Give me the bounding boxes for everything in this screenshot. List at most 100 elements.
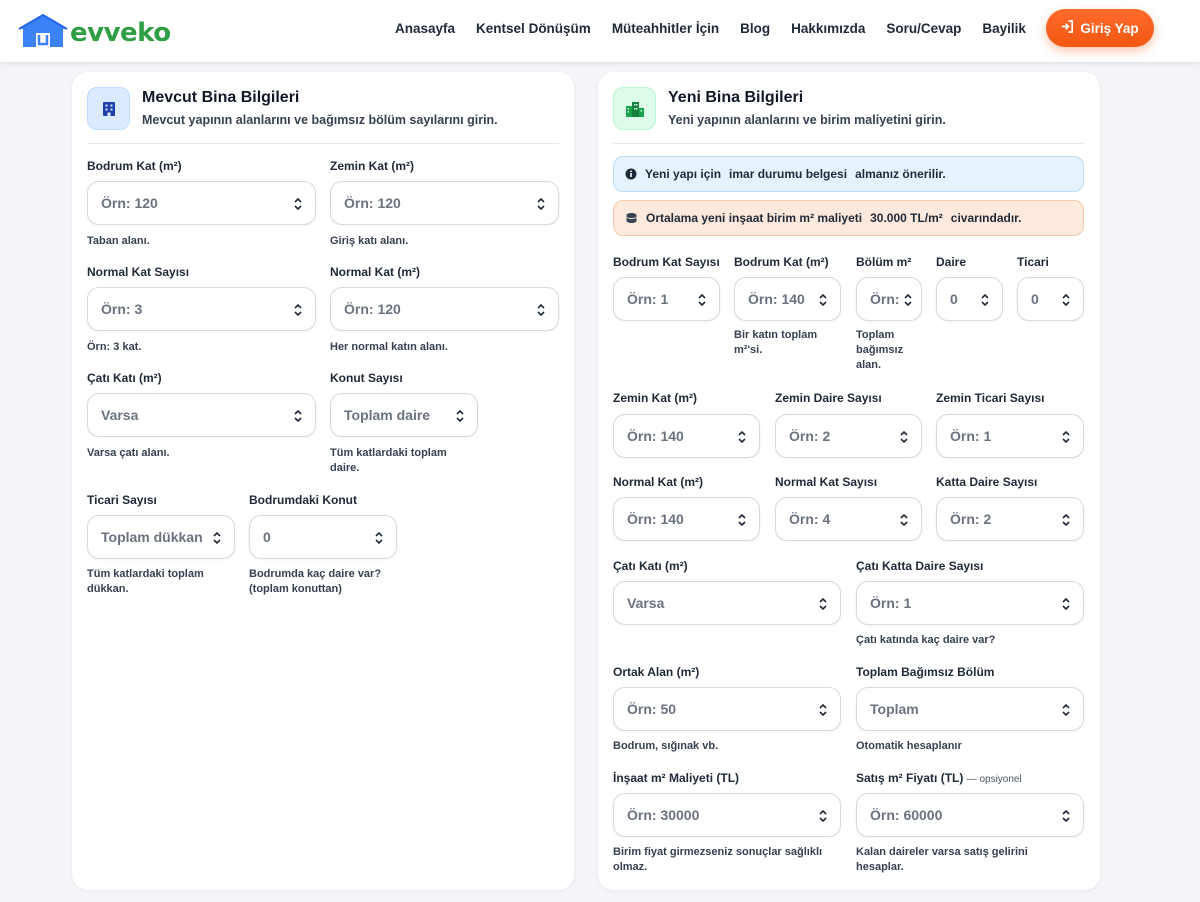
spinner-icon[interactable] bbox=[1061, 512, 1071, 528]
input-placeholder: Örn: bbox=[870, 291, 900, 307]
existing-residence-count-input[interactable]: Toplam daire bbox=[330, 393, 478, 437]
new-basement-area-input[interactable]: Örn: 140 bbox=[734, 277, 841, 321]
brand-logo[interactable]: evveko bbox=[18, 12, 171, 48]
spinner-icon[interactable] bbox=[536, 196, 546, 212]
new-building-card: Yeni Bina Bilgileri Yeni yapının alanlar… bbox=[598, 72, 1100, 890]
field-label: Bodrum Kat (m²) bbox=[734, 255, 829, 269]
spinner-icon[interactable] bbox=[293, 196, 303, 212]
input-placeholder: Toplam bbox=[870, 701, 919, 717]
spinner-icon[interactable] bbox=[818, 702, 828, 718]
spinner-icon[interactable] bbox=[1061, 292, 1071, 308]
help-line: (toplam konuttan) bbox=[249, 583, 342, 595]
field-help: Her normal katın alanı. bbox=[330, 341, 448, 353]
new-basement-shop-input[interactable]: 0 bbox=[1017, 277, 1084, 321]
field-label: Normal Kat (m²) bbox=[330, 265, 421, 279]
spinner-icon[interactable] bbox=[455, 408, 465, 424]
nav-link-about[interactable]: Hakkımızda bbox=[791, 21, 865, 36]
spinner-icon[interactable] bbox=[293, 408, 303, 424]
spinner-icon[interactable] bbox=[1061, 596, 1071, 612]
field-label: Bodrum Kat Sayısı bbox=[613, 255, 720, 269]
field-label: Ticari bbox=[1017, 255, 1049, 269]
spinner-icon[interactable] bbox=[903, 292, 913, 308]
field-label: Toplam Bağımsız Bölüm bbox=[856, 665, 995, 679]
existing-ground-area-input[interactable]: Örn: 120 bbox=[330, 181, 559, 225]
optional-tag: — opsiyonel bbox=[966, 774, 1022, 785]
spinner-icon[interactable] bbox=[374, 530, 384, 546]
field-label: Bölüm m² bbox=[856, 255, 912, 269]
input-placeholder: Örn: 1 bbox=[870, 595, 912, 611]
nav-link-contractors[interactable]: Müteahhitler İçin bbox=[612, 21, 719, 36]
field-help: Birim fiyat girmezseniz sonuçlar sağlıkl… bbox=[613, 845, 822, 875]
spinner-icon[interactable] bbox=[1061, 808, 1071, 824]
spinner-icon[interactable] bbox=[980, 292, 990, 308]
spinner-icon[interactable] bbox=[697, 292, 707, 308]
nav-link-faq[interactable]: Soru/Cevap bbox=[886, 21, 961, 36]
field-label: Bodrum Kat (m²) bbox=[87, 159, 182, 173]
help-line: daire. bbox=[330, 462, 360, 474]
new-roof-residence-input[interactable]: Örn: 1 bbox=[856, 581, 1084, 625]
existing-basement-area-input[interactable]: Örn: 120 bbox=[87, 181, 316, 225]
new-roof-area-input[interactable]: Varsa bbox=[613, 581, 841, 625]
field-label: Zemin Daire Sayısı bbox=[775, 391, 882, 405]
help-line: hesaplar. bbox=[856, 861, 904, 873]
existing-basement-residence-input[interactable]: 0 bbox=[249, 515, 397, 559]
login-button[interactable]: Giriş Yap bbox=[1046, 9, 1154, 47]
field-help: Tüm katlardaki toplam dükkan. bbox=[87, 567, 204, 597]
field-label: Zemin Ticari Sayısı bbox=[936, 391, 1045, 405]
input-placeholder: Örn: 1 bbox=[627, 291, 669, 307]
house-icon bbox=[18, 14, 68, 48]
field-help: Toplam bağımsız alan. bbox=[856, 328, 903, 373]
field-label: Konut Sayısı bbox=[330, 371, 403, 385]
alert-text: civarındadır. bbox=[950, 211, 1022, 225]
field-help: Tüm katlardaki toplam daire. bbox=[330, 446, 447, 476]
existing-roof-area-input[interactable]: Varsa bbox=[87, 393, 316, 437]
nav-link-dealership[interactable]: Bayilik bbox=[982, 21, 1026, 36]
help-line: Toplam bbox=[856, 329, 895, 341]
new-floor-area-input[interactable]: Örn: 140 bbox=[613, 497, 760, 541]
spinner-icon[interactable] bbox=[899, 512, 909, 528]
existing-shop-count-input[interactable]: Toplam dükkan bbox=[87, 515, 235, 559]
spinner-icon[interactable] bbox=[818, 596, 828, 612]
alert-highlight: 30.000 TL/m² bbox=[870, 211, 943, 225]
new-unit-area-input[interactable]: Örn: bbox=[856, 277, 922, 321]
new-basement-residence-input[interactable]: 0 bbox=[936, 277, 1003, 321]
existing-building-card: Mevcut Bina Bilgileri Mevcut yapının ala… bbox=[72, 72, 574, 890]
spinner-icon[interactable] bbox=[293, 302, 303, 318]
new-floor-count-input[interactable]: Örn: 4 bbox=[775, 497, 922, 541]
input-placeholder: Örn: 120 bbox=[344, 195, 401, 211]
zoning-info-alert: Yeni yapı için imar durumu belgesi alman… bbox=[613, 156, 1084, 192]
existing-floor-area-input[interactable]: Örn: 120 bbox=[330, 287, 559, 331]
new-flats-per-floor-input[interactable]: Örn: 2 bbox=[936, 497, 1084, 541]
spinner-icon[interactable] bbox=[1061, 702, 1071, 718]
spinner-icon[interactable] bbox=[818, 808, 828, 824]
input-value: 0 bbox=[263, 529, 271, 545]
nav-link-blog[interactable]: Blog bbox=[740, 21, 770, 36]
input-placeholder: Varsa bbox=[101, 407, 139, 423]
new-common-area-input[interactable]: Örn: 50 bbox=[613, 687, 841, 731]
help-line: bağımsız bbox=[856, 344, 904, 356]
building-icon bbox=[87, 87, 130, 130]
new-total-units-input[interactable]: Toplam bbox=[856, 687, 1084, 731]
existing-floor-count-input[interactable]: Örn: 3 bbox=[87, 287, 316, 331]
construction-cost-input[interactable]: Örn: 30000 bbox=[613, 793, 841, 837]
spinner-icon[interactable] bbox=[737, 429, 747, 445]
nav-link-home[interactable]: Anasayfa bbox=[395, 21, 455, 36]
nav-link-urban-transformation[interactable]: Kentsel Dönüşüm bbox=[476, 21, 591, 36]
spinner-icon[interactable] bbox=[899, 429, 909, 445]
new-ground-shop-input[interactable]: Örn: 1 bbox=[936, 414, 1084, 458]
field-help: Bodrum, sığınak vb. bbox=[613, 740, 719, 752]
spinner-icon[interactable] bbox=[212, 530, 222, 546]
new-ground-residence-input[interactable]: Örn: 2 bbox=[775, 414, 922, 458]
help-line: olmaz. bbox=[613, 861, 648, 873]
spinner-icon[interactable] bbox=[737, 512, 747, 528]
field-help: Varsa çatı alanı. bbox=[87, 447, 170, 459]
sale-price-input[interactable]: Örn: 60000 bbox=[856, 793, 1084, 837]
spinner-icon[interactable] bbox=[536, 302, 546, 318]
field-help: Örn: 3 kat. bbox=[87, 341, 142, 353]
new-ground-area-input[interactable]: Örn: 140 bbox=[613, 414, 760, 458]
spinner-icon[interactable] bbox=[1061, 429, 1071, 445]
field-label: Zemin Kat (m²) bbox=[613, 391, 697, 405]
spinner-icon[interactable] bbox=[818, 292, 828, 308]
field-help: Çatı katında kaç daire var? bbox=[856, 634, 996, 646]
new-basement-count-input[interactable]: Örn: 1 bbox=[613, 277, 720, 321]
